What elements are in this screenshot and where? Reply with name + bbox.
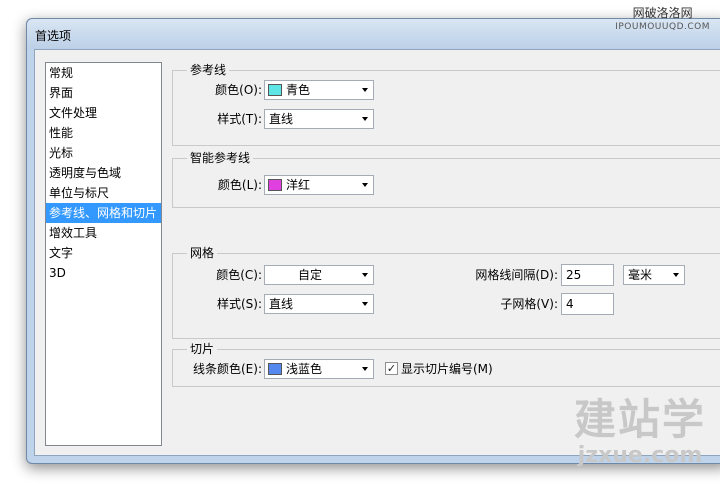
chevron-down-icon <box>362 302 368 306</box>
grid-color-select[interactable]: 自定 <box>264 265 374 285</box>
grid-group: 网格 颜色(C): 自定 样式(S): 直线 网格线间隔(D): 25 毫米 子… <box>172 245 720 339</box>
window-title: 首选项 <box>35 29 72 43</box>
chevron-down-icon <box>673 273 679 277</box>
chevron-down-icon <box>362 88 368 92</box>
grid-unit-select[interactable]: 毫米 <box>623 265 685 285</box>
grid-style-label: 样式(S): <box>216 297 262 311</box>
smart-guides-legend: 智能参考线 <box>187 150 254 166</box>
category-item-units-rulers[interactable]: 单位与标尺 <box>46 183 161 203</box>
chevron-down-icon <box>362 183 368 187</box>
show-slice-numbers-checkbox[interactable]: ✓ <box>385 362 398 375</box>
category-item-3d[interactable]: 3D <box>46 263 161 283</box>
guides-style-select[interactable]: 直线 <box>264 109 374 129</box>
watermark-bottom-subtext: jzxue.com <box>577 443 703 468</box>
category-item-transparency-gamut[interactable]: 透明度与色域 <box>46 163 161 183</box>
smart-guides-color-select[interactable]: 洋红 <box>264 175 374 195</box>
grid-unit-value: 毫米 <box>628 268 653 282</box>
slices-group: 切片 线条颜色(E): 浅蓝色 ✓ 显示切片编号(M) <box>172 341 720 387</box>
guides-legend: 参考线 <box>187 62 230 78</box>
slices-line-color-select[interactable]: 浅蓝色 <box>264 359 374 379</box>
smart-guides-color-swatch <box>268 179 282 191</box>
category-item-file-handling[interactable]: 文件处理 <box>46 103 161 123</box>
category-item-type[interactable]: 文字 <box>46 243 161 263</box>
grid-legend: 网格 <box>187 245 218 261</box>
gridline-interval-input[interactable]: 25 <box>561 264 614 286</box>
guides-style-value: 直线 <box>269 112 294 126</box>
checkmark-icon: ✓ <box>386 362 397 375</box>
guides-group: 参考线 颜色(O): 青色 样式(T): 直线 <box>172 62 720 146</box>
watermark-bottom: 建站学 jzxue.com <box>560 396 720 476</box>
subdivisions-label: 子网格(V): <box>500 297 558 311</box>
category-list[interactable]: 常规 界面 文件处理 性能 光标 透明度与色域 单位与标尺 参考线、网格和切片 … <box>45 62 162 446</box>
watermark-bottom-text: 建站学 <box>573 395 706 444</box>
slices-legend: 切片 <box>187 341 218 357</box>
category-item-general[interactable]: 常规 <box>46 63 161 83</box>
watermark-top: 网破洛洛网 IPOUMOUUQD.COM <box>615 6 710 34</box>
guides-color-value: 青色 <box>286 83 311 97</box>
category-item-interface[interactable]: 界面 <box>46 83 161 103</box>
guides-color-label: 颜色(O): <box>215 83 262 97</box>
chevron-down-icon <box>362 273 368 277</box>
grid-color-label: 颜色(C): <box>216 268 262 282</box>
category-item-performance[interactable]: 性能 <box>46 123 161 143</box>
slices-line-color-value: 浅蓝色 <box>286 362 323 376</box>
guides-color-select[interactable]: 青色 <box>264 80 374 100</box>
gridline-interval-value: 25 <box>566 268 582 282</box>
category-item-plugins[interactable]: 增效工具 <box>46 223 161 243</box>
gridline-interval-label: 网格线间隔(D): <box>475 268 558 282</box>
subdivisions-value: 4 <box>566 297 574 311</box>
slices-line-color-swatch <box>268 363 282 375</box>
guides-color-swatch <box>268 84 282 96</box>
category-item-cursors[interactable]: 光标 <box>46 143 161 163</box>
guides-style-label: 样式(T): <box>217 112 262 126</box>
watermark-top-text: 网破洛洛网 <box>632 6 693 20</box>
chevron-down-icon <box>362 367 368 371</box>
grid-style-value: 直线 <box>269 297 294 311</box>
chevron-down-icon <box>362 117 368 121</box>
category-item-guides-grid-slices[interactable]: 参考线、网格和切片 <box>46 203 161 223</box>
grid-color-value: 自定 <box>297 268 322 282</box>
watermark-top-subtext: IPOUMOUUQD.COM <box>615 22 710 32</box>
smart-guides-color-label: 颜色(L): <box>217 178 262 192</box>
show-slice-numbers-label[interactable]: 显示切片编号(M) <box>401 359 493 379</box>
subdivisions-input[interactable]: 4 <box>561 293 614 315</box>
grid-style-select[interactable]: 直线 <box>264 294 374 314</box>
smart-guides-group: 智能参考线 颜色(L): 洋红 <box>172 150 720 208</box>
smart-guides-color-value: 洋红 <box>286 178 311 192</box>
slices-line-color-label: 线条颜色(E): <box>193 362 262 376</box>
